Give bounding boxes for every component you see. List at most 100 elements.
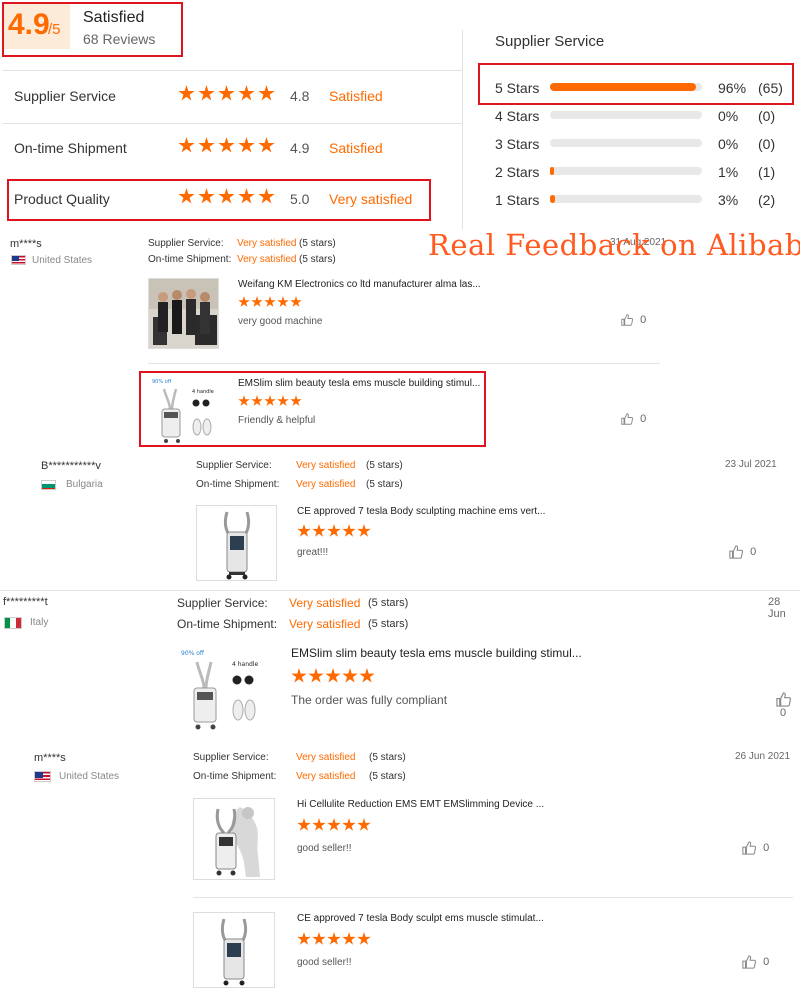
reviewer-name: B***********v (41, 460, 101, 472)
thumbs-up-icon (621, 413, 634, 425)
distribution-count: (0) (758, 108, 776, 124)
distribution-count: (2) (758, 192, 776, 208)
product-image[interactable] (193, 912, 275, 988)
reviewer-country: United States (32, 255, 93, 266)
shipment-stars: (5 stars) (366, 479, 403, 490)
star-icon (342, 524, 356, 537)
review-comment: great!!! (297, 547, 329, 558)
star-icon (238, 296, 250, 307)
star-icon (178, 137, 195, 153)
star-icon (357, 524, 371, 537)
supplier-service-stars: (5 stars) (368, 597, 409, 609)
like-count: 0 (640, 413, 647, 425)
ems-machine-icon: 90% off 4 handle (181, 650, 258, 730)
like-button[interactable]: 0 (742, 841, 769, 855)
highlight-box-score (2, 2, 183, 57)
product-title[interactable]: CE approved 7 tesla Body sculpt ems musc… (297, 913, 544, 924)
like-count: 0 (763, 841, 770, 854)
review-date: 26 Jun 2021 (735, 751, 791, 762)
rating-value: 4.8 (290, 88, 310, 104)
star-icon (327, 524, 341, 537)
star-icon (357, 818, 371, 831)
product-image[interactable]: 90% off 4 handle (177, 646, 265, 734)
shipment-stars: (5 stars) (299, 254, 336, 265)
star-icon (312, 818, 326, 831)
distribution-row: 3 Stars 0% (0) (495, 134, 795, 154)
thumbs-up-icon (729, 545, 744, 559)
slimming-device-icon (215, 807, 260, 877)
progress-fill (550, 195, 555, 203)
supplier-service-stars: (5 stars) (366, 460, 403, 471)
like-button[interactable]: 0 (621, 314, 646, 326)
product-image[interactable] (148, 278, 219, 349)
star-icon (198, 85, 215, 101)
like-button[interactable]: 0 (742, 955, 769, 969)
distribution-percent: 0% (718, 136, 739, 152)
star-icon (238, 85, 255, 101)
supplier-service-label: Supplier Service: (177, 596, 268, 610)
rating-value: 4.9 (290, 140, 310, 156)
product-title[interactable]: EMSlim slim beauty tesla ems muscle buil… (291, 646, 582, 660)
distribution-percent: 1% (718, 164, 739, 180)
supplier-service-rating: Very satisfied (296, 460, 356, 471)
star-icon (325, 668, 341, 683)
us-flag-icon (34, 771, 51, 782)
product-star-rating (291, 668, 375, 684)
product-star-rating (297, 932, 371, 946)
product-title[interactable]: Hi Cellulite Reduction EMS EMT EMSlimmin… (297, 799, 544, 810)
product-title[interactable]: CE approved 7 tesla Body sculpting machi… (297, 506, 545, 517)
like-button[interactable]: 0 (621, 413, 646, 425)
progress-track (550, 111, 702, 119)
star-icon (290, 296, 302, 307)
shipment-rating: Very satisfied (296, 479, 356, 490)
progress-track (550, 195, 702, 203)
shipment-rating: Very satisfied (289, 617, 361, 631)
star-icon (251, 296, 263, 307)
distribution-row: 2 Stars 1% (1) (495, 162, 795, 182)
product-title[interactable]: Weifang KM Electronics co ltd manufactur… (238, 279, 481, 290)
highlight-box-quality (7, 179, 431, 221)
star-icon (291, 668, 307, 683)
discount-badge-text: 90% off (181, 650, 205, 657)
shipment-rating: Very satisfied (237, 254, 297, 265)
supplier-service-stars: (5 stars) (299, 238, 336, 249)
watermark-text: Real Feedback on Alibaba (428, 228, 800, 262)
reviewer-name: m****s (34, 752, 66, 764)
distribution-title: Supplier Service (495, 33, 605, 50)
italy-flag-icon (4, 617, 22, 629)
bulgaria-flag-icon (41, 480, 56, 490)
product-star-rating (297, 818, 371, 832)
people-photo-icon (149, 279, 218, 348)
distribution-row: 4 Stars 0% (0) (495, 106, 795, 126)
star-icon (312, 932, 326, 945)
supplier-service-rating: Very satisfied (237, 238, 297, 249)
supplier-service-label: Supplier Service: (148, 238, 224, 249)
product-star-rating (238, 296, 302, 308)
distribution-label: 4 Stars (495, 108, 540, 124)
star-icon (297, 524, 311, 537)
shipment-stars: (5 stars) (369, 771, 406, 782)
review-comment: very good machine (238, 316, 323, 327)
shipment-label: On-time Shipment: (193, 771, 277, 782)
star-icon (258, 85, 275, 101)
distribution-percent: 3% (718, 192, 739, 208)
thumbs-up-icon (742, 841, 757, 855)
product-image[interactable] (196, 505, 277, 581)
product-image[interactable] (193, 798, 275, 880)
progress-track (550, 167, 702, 175)
like-button[interactable]: 0 (776, 692, 800, 719)
rating-label: Supplier Service (14, 88, 116, 104)
reviewer-country: United States (59, 771, 120, 782)
rating-text: Satisfied (329, 88, 383, 104)
review-comment: good seller!! (297, 843, 352, 854)
distribution-count: (0) (758, 136, 776, 152)
highlight-box-product (139, 371, 486, 447)
handle-badge-text: 4 handle (232, 661, 258, 668)
distribution-label: 2 Stars (495, 164, 540, 180)
supplier-service-stars: (5 stars) (369, 752, 406, 763)
distribution-row: 1 Stars 3% (2) (495, 190, 795, 210)
star-icon (308, 668, 324, 683)
star-rating (178, 85, 275, 102)
like-button[interactable]: 0 (729, 545, 756, 559)
star-icon (264, 296, 276, 307)
